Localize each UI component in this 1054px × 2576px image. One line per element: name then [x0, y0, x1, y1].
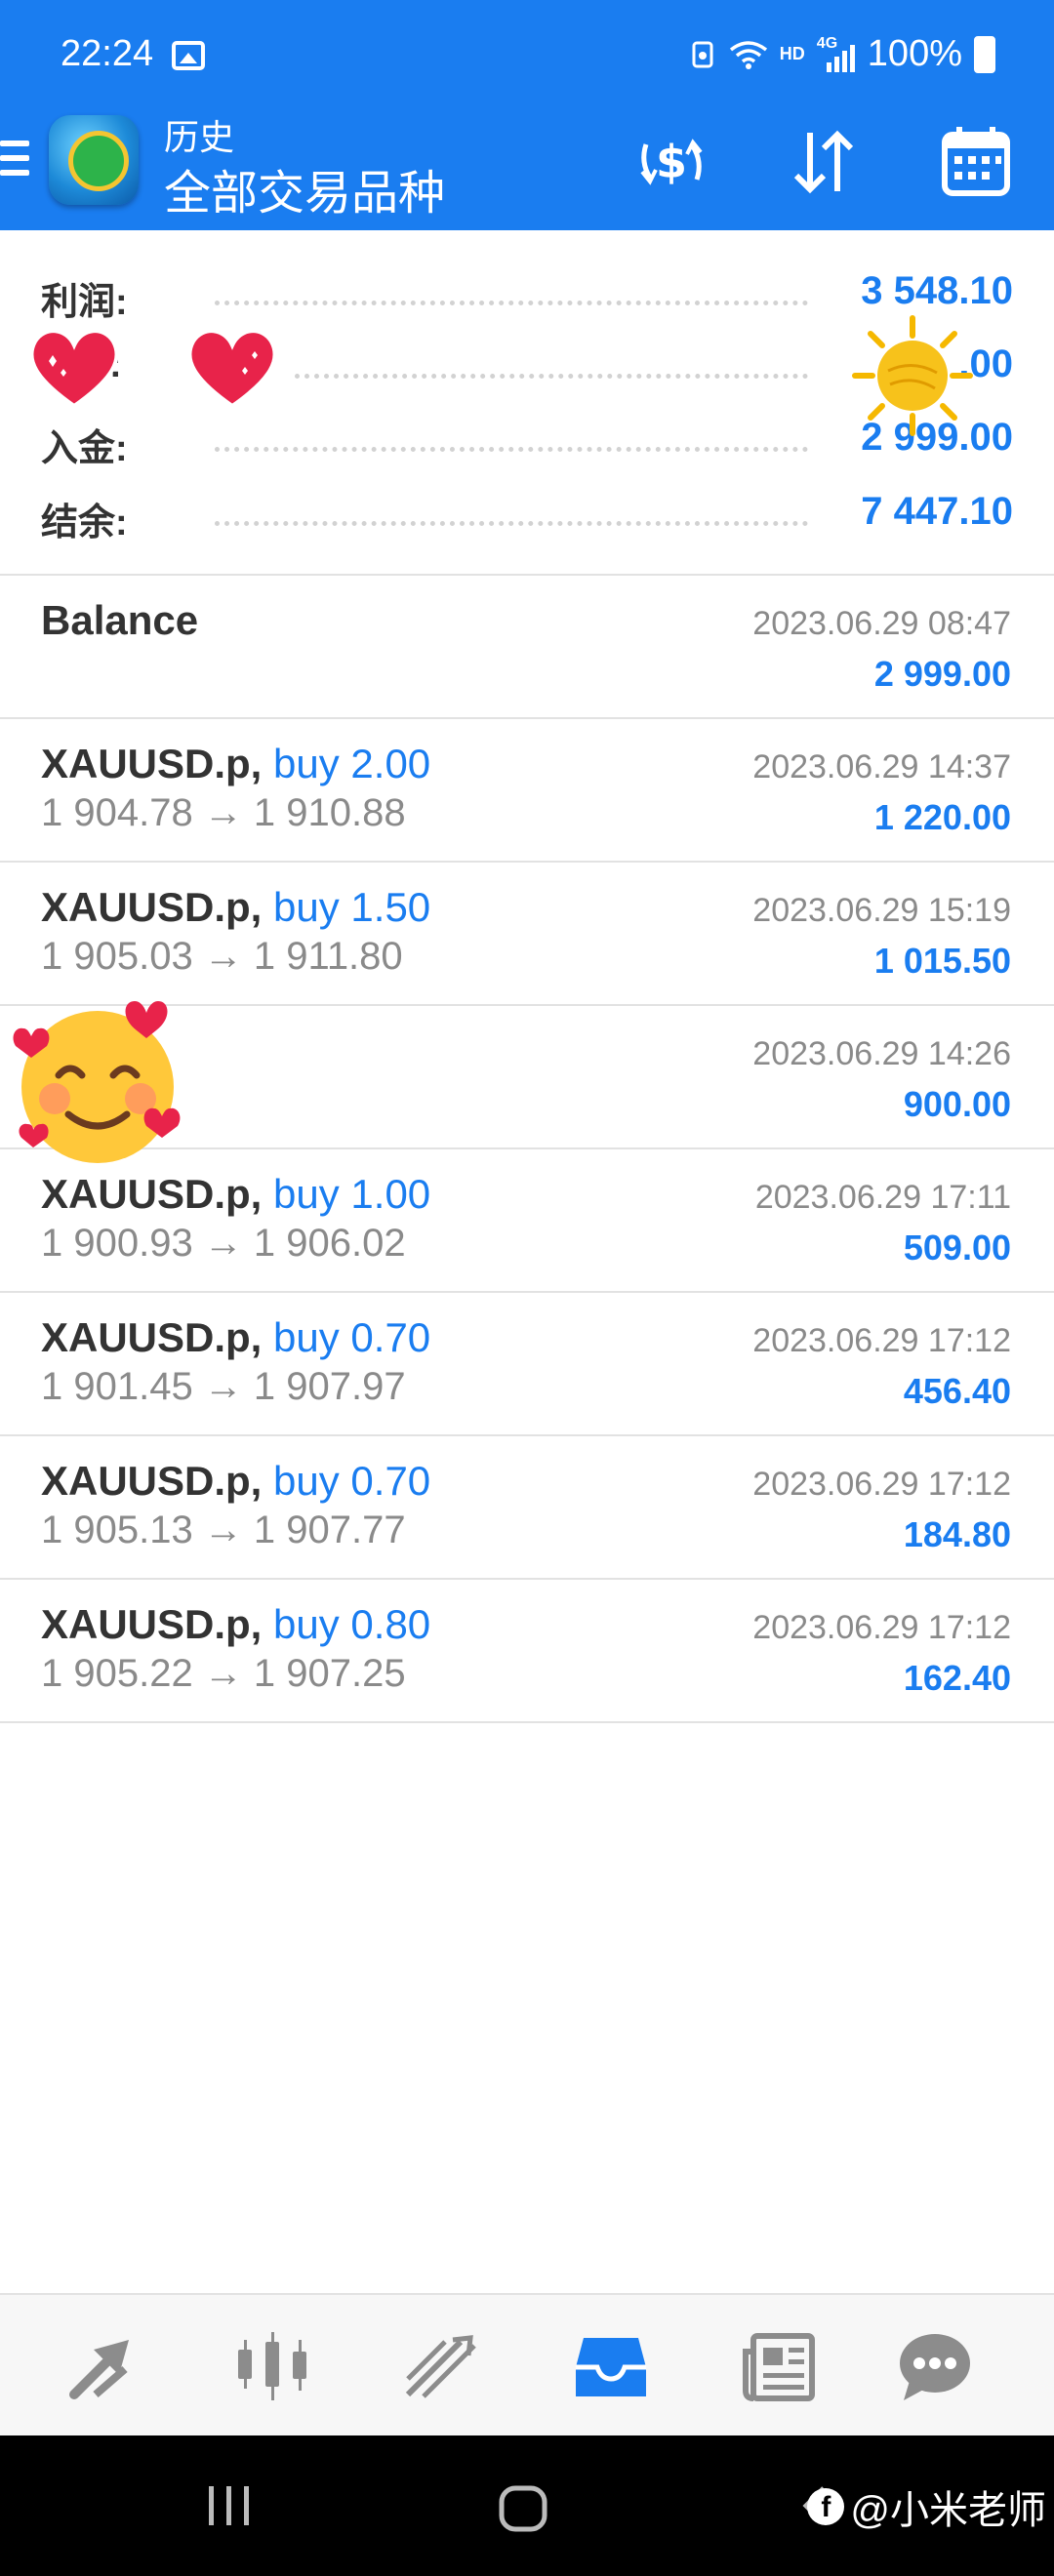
deal-row[interactable]: XAUUSD.p, buy 0.70 1 905.13 → 1 907.77 2… — [0, 1436, 1054, 1580]
deal-profit: 2 999.00 — [873, 654, 1011, 694]
chat-icon[interactable] — [896, 2330, 974, 2404]
summary-value: 3 548.10 — [861, 269, 1013, 312]
deal-symbol: XAUUSD.p, buy 1.50 — [41, 884, 431, 930]
deal-row[interactable]: Balance 2023.06.29 08:47 2 999.00 — [0, 576, 1054, 719]
recycle-icon — [692, 41, 713, 67]
deal-symbol: XAUUSD.p, buy 0.80 — [41, 1601, 431, 1647]
top-bar: 22:24 HD 4G 100% 历史 全部交易品种 $ — [0, 0, 1054, 230]
deal-profit: 900.00 — [903, 1084, 1011, 1124]
deal-profit: 1 015.50 — [873, 941, 1011, 981]
leader-dots — [215, 521, 808, 526]
status-time: 22:24 — [61, 33, 154, 74]
chart-icon[interactable] — [234, 2330, 312, 2404]
deal-row[interactable]: XAUUSD.p, buy 2.00 1 904.78 → 1 910.88 2… — [0, 719, 1054, 863]
signal-icon: 4G — [817, 35, 856, 72]
currency-exchange-icon[interactable]: $ — [632, 123, 710, 201]
deal-row[interactable]: XAUUSD.p, buy 1.50 1 905.03 → 1 911.80 2… — [0, 863, 1054, 1006]
smiling-face-with-hearts-icon — [13, 1001, 181, 1163]
heart-sticker-icon — [187, 329, 277, 409]
deal-prices: 1 905.22 → 1 907.25 — [41, 1652, 406, 1695]
page-title[interactable]: 全部交易品种 — [164, 154, 445, 222]
deal-prices: 1 905.03 → 1 911.80 — [41, 935, 403, 978]
deal-time: 2023.06.29 17:12 — [752, 1609, 1011, 1646]
deal-profit: 509.00 — [903, 1228, 1011, 1268]
deal-profit: 184.80 — [903, 1514, 1011, 1554]
deal-symbol: Balance — [41, 597, 199, 643]
deal-row[interactable]: XAUUSD.p, buy 0.80 1 905.22 → 1 907.25 2… — [0, 1580, 1054, 1723]
summary-label: 利润: — [41, 282, 128, 323]
deal-row[interactable]: XAUUSD.p, buy 0.70 1 901.45 → 1 907.97 2… — [0, 1293, 1054, 1436]
gallery-icon — [172, 41, 205, 70]
deal-time: 2023.06.29 15:19 — [752, 892, 1011, 929]
deal-side: buy 1.50 — [273, 884, 431, 930]
watermark-name: @小米老师 — [850, 2489, 1046, 2532]
deal-side: buy 0.70 — [273, 1314, 431, 1360]
deal-time: 2023.06.29 17:11 — [754, 1179, 1011, 1216]
inbox-icon[interactable] — [572, 2330, 650, 2404]
home-icon[interactable] — [498, 2484, 548, 2533]
deal-profit: 162.40 — [903, 1658, 1011, 1698]
wifi-icon — [729, 40, 767, 69]
deal-side: buy 1.00 — [273, 1171, 431, 1217]
deal-prices: 1 900.93 → 1 906.02 — [41, 1222, 406, 1265]
summary-row-balance: 结余: 7 447.10 — [41, 486, 1013, 544]
hd-label: HD — [779, 44, 805, 63]
summary-label: 入金: — [41, 428, 128, 469]
page-subtitle: 历史 — [164, 117, 235, 157]
bottom-navigation — [0, 2293, 1054, 2435]
app-logo — [49, 115, 139, 205]
summary-label: 结余: — [41, 503, 128, 543]
news-icon[interactable] — [740, 2330, 818, 2404]
deal-profit: 1 220.00 — [873, 797, 1011, 837]
watermark: f @小米老师 — [807, 2478, 1046, 2535]
deal-symbol: XAUUSD.p, buy 0.70 — [41, 1314, 431, 1360]
battery-icon — [974, 35, 995, 73]
deal-side: buy 0.80 — [273, 1601, 431, 1647]
deal-prices: 1 901.45 → 1 907.97 — [41, 1365, 406, 1408]
recent-apps-icon[interactable] — [205, 2484, 254, 2527]
status-bar: 22:24 HD 4G 100% — [0, 0, 1054, 109]
app-bar: 历史 全部交易品种 $ — [0, 109, 1054, 230]
deal-side: buy 0.70 — [273, 1458, 431, 1504]
deal-side: buy 2.00 — [273, 741, 431, 786]
sun-sticker-icon — [852, 315, 973, 436]
deal-profit: 456.40 — [903, 1371, 1011, 1411]
deal-prices: 1 904.78 → 1 910.88 — [41, 791, 406, 834]
menu-icon[interactable] — [0, 141, 29, 180]
deal-symbol: XAUUSD.p, buy 1.00 — [41, 1171, 431, 1217]
deal-time: 2023.06.29 17:12 — [752, 1466, 1011, 1503]
leader-dots — [215, 301, 808, 305]
sort-icon[interactable] — [785, 123, 863, 201]
deal-time: 2023.06.29 14:37 — [752, 748, 1011, 785]
deal-symbol: XAUUSD.p, buy 2.00 — [41, 741, 431, 786]
leader-dots — [295, 374, 808, 379]
leader-dots — [215, 447, 808, 452]
history-icon[interactable] — [402, 2330, 480, 2404]
calendar-icon[interactable] — [937, 123, 1015, 201]
summary-value: 7 447.10 — [861, 490, 1013, 533]
heart-sticker-icon — [29, 329, 119, 409]
deal-symbol: XAUUSD.p, buy 0.70 — [41, 1458, 431, 1504]
deal-time: 2023.06.29 17:12 — [752, 1322, 1011, 1359]
deal-row[interactable]: XAUUSD.p, buy 1.00 1 900.93 → 1 906.02 2… — [0, 1149, 1054, 1293]
svg-text:$: $ — [656, 136, 687, 188]
deal-time: 2023.06.29 08:47 — [752, 605, 1011, 642]
facebook-icon: f — [807, 2488, 845, 2525]
system-navigation: f @小米老师 — [0, 2435, 1054, 2576]
trade-icon[interactable] — [66, 2330, 144, 2404]
deal-prices: 1 905.13 → 1 907.77 — [41, 1509, 406, 1551]
battery-percent: 100% — [867, 33, 962, 74]
deal-time: 2023.06.29 14:26 — [752, 1035, 1011, 1072]
